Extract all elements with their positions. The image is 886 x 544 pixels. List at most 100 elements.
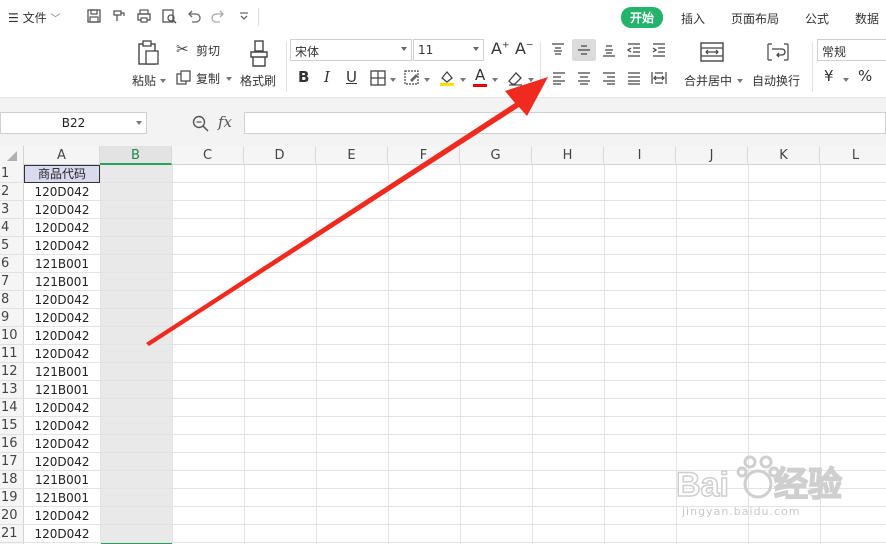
cell-a[interactable]: 120D042 [24,183,100,201]
cell-a[interactable]: 120D042 [24,435,100,453]
cell-a[interactable]: 121B001 [24,363,100,381]
row-header[interactable]: 2 [0,183,24,201]
align-bottom-icon[interactable] [601,42,617,58]
clear-dropdown-icon[interactable] [528,78,534,82]
align-left-icon[interactable] [551,70,567,86]
cell-a[interactable]: 120D042 [24,201,100,219]
row-header[interactable]: 14 [0,399,24,417]
justify-icon[interactable] [626,70,642,86]
print-icon[interactable] [136,8,152,24]
column-header-h[interactable]: H [532,146,604,165]
cell-a[interactable]: 120D042 [24,453,100,471]
column-header-f[interactable]: F [388,146,460,165]
currency-button[interactable]: ¥ [824,67,834,85]
customize-quick-access-icon[interactable] [236,8,252,24]
paste-dropdown-icon[interactable] [160,79,166,83]
align-right-icon[interactable] [601,70,617,86]
row-header[interactable]: 3 [0,201,24,219]
tab-formulas[interactable]: 公式 [805,10,829,27]
merge-dropdown-icon[interactable] [737,79,743,83]
cell-a[interactable]: 120D042 [24,309,100,327]
select-all-corner[interactable] [0,146,24,165]
copy-button[interactable]: 复制 [176,68,234,88]
column-header-g[interactable]: G [460,146,532,165]
cell-a[interactable]: 120D042 [24,399,100,417]
name-box[interactable]: B22 [0,112,147,134]
row-header[interactable]: 17 [0,453,24,471]
column-header-k[interactable]: K [748,146,820,165]
cell-a[interactable]: 120D042 [24,327,100,345]
save-icon[interactable] [86,8,102,24]
row-header[interactable]: 10 [0,327,24,345]
cell-a[interactable]: 121B001 [24,255,100,273]
bold-button[interactable]: B [298,68,309,86]
cut-button[interactable]: ✂ 剪切 [176,40,226,60]
tab-insert[interactable]: 插入 [681,10,705,27]
row-header[interactable]: 15 [0,417,24,435]
column-header-d[interactable]: D [244,146,316,165]
tab-page-layout[interactable]: 页面布局 [731,10,779,27]
column-header-i[interactable]: I [604,146,676,165]
font-size-select[interactable]: 11 [413,39,484,61]
cell-area[interactable]: 商品代码 120D042 120D042 120D042 120D042 121B001 1… [24,165,886,544]
redo-icon[interactable] [210,8,226,24]
formula-input[interactable] [244,112,886,134]
column-header-a[interactable]: A [24,146,100,165]
distributed-align-icon[interactable] [651,70,667,86]
column-header-b[interactable]: B [100,146,172,165]
underline-button[interactable]: U [346,68,357,86]
zoom-search-icon[interactable] [192,115,209,132]
paste-button[interactable]: 粘贴 [128,38,168,94]
cell-a[interactable]: 120D042 [24,237,100,255]
font-color-dropdown-icon[interactable] [492,78,498,82]
row-header[interactable]: 7 [0,273,24,291]
italic-button[interactable]: I [324,68,330,86]
fill-pattern-icon[interactable] [404,70,420,86]
column-header-l[interactable]: L [820,146,886,165]
tab-data[interactable]: 数据 [855,10,879,27]
wrap-text-button[interactable]: 自动换行 [752,38,808,94]
cell-a[interactable]: 120D042 [24,291,100,309]
row-header[interactable]: 5 [0,237,24,255]
row-header[interactable]: 18 [0,471,24,489]
row-header[interactable]: 8 [0,291,24,309]
align-middle-button[interactable] [572,39,596,61]
font-color-button[interactable]: A [475,66,485,84]
fill-color-dropdown-icon[interactable] [460,78,466,82]
cell-a[interactable]: 121B001 [24,381,100,399]
fill-color-icon[interactable] [438,69,456,87]
align-center-icon[interactable] [576,70,592,86]
cell-a[interactable]: 120D042 [24,219,100,237]
cell-a[interactable]: 120D042 [24,507,100,525]
decrease-indent-icon[interactable] [626,42,642,58]
row-header[interactable]: 20 [0,507,24,525]
fx-button[interactable]: fx [218,113,232,131]
row-header[interactable]: 13 [0,381,24,399]
borders-dropdown-icon[interactable] [390,78,396,82]
copy-dropdown-icon[interactable] [226,77,232,81]
merge-center-button[interactable]: 合并居中 [682,38,744,94]
decrease-font-size-icon[interactable]: A− [515,39,534,58]
row-header[interactable]: 1 [0,165,24,183]
header-cell-a1[interactable]: 商品代码 [24,165,100,183]
row-header[interactable]: 16 [0,435,24,453]
spreadsheet-grid[interactable]: ABCDEFGHIJKL 1 2 3 4 5 6 7 8 9 10 11 12 13 14 15 16 17 18… [0,146,886,544]
row-header[interactable]: 11 [0,345,24,363]
column-header-j[interactable]: J [676,146,748,165]
cell-a[interactable]: 120D042 [24,345,100,363]
cell-a[interactable]: 120D042 [24,525,100,543]
row-header[interactable]: 4 [0,219,24,237]
percent-button[interactable]: % [858,67,872,85]
cell-a[interactable]: 120D042 [24,417,100,435]
undo-icon[interactable] [186,8,202,24]
cell-a[interactable]: 121B001 [24,489,100,507]
number-format-select[interactable]: 常规 [817,39,886,61]
currency-dropdown-icon[interactable] [843,78,849,82]
print-preview-icon[interactable] [161,8,177,24]
cell-a[interactable]: 121B001 [24,471,100,489]
align-top-icon[interactable] [550,42,566,58]
eraser-icon[interactable] [506,69,524,87]
fill-pattern-dropdown-icon[interactable] [424,78,430,82]
row-header[interactable]: 12 [0,363,24,381]
row-header[interactable]: 6 [0,255,24,273]
